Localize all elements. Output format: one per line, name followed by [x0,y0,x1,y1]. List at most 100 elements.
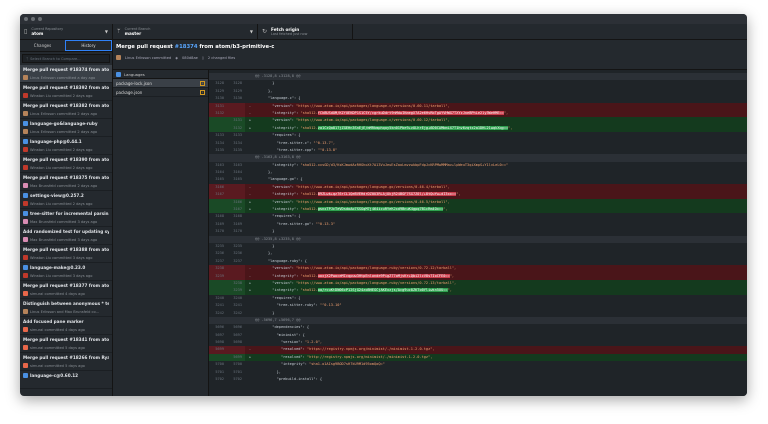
commit-title: Merge pull request #18390 from ato... [23,157,109,162]
zoom-window-button[interactable] [38,17,42,21]
old-line-number [209,198,227,207]
commit-item[interactable]: settings-view@0.257.2 Winston Liu committ… [20,191,112,209]
diff-line: 3131 + "version": "https://www.atom.io/ap… [209,117,747,125]
diff-line: 3128 3128 } [209,80,747,87]
diff-line: 5698 5698 "version": "1.2.0", [209,339,747,346]
diff-line: 5697 5697 "minimist": { [209,332,747,339]
commit-meta: Linus Eriksson committed 2 days ago [30,129,98,134]
commit-item[interactable]: Merge pull request #18392 from ato... Win… [20,83,112,101]
commit-meta: simurai committed 5 days ago [30,345,85,350]
commit-title: Add focused pane marker [23,319,84,324]
diff-line: 3133 3133 "requires": { [209,132,747,139]
changed-files-count: 2 changed files [207,55,236,60]
diff-line: 3239- "integrity": "sha512-uoxjX2PwoceMI… [209,272,747,280]
old-line-number: 3168 [215,214,224,219]
file-item[interactable]: package-lock.json • [113,79,208,88]
file-item[interactable]: package.json • [113,88,208,97]
new-line-number [227,183,245,192]
avatar [23,309,28,314]
sync-icon: ↻ [262,28,268,35]
avatar [23,327,28,332]
new-line-number: 3130 [233,96,242,101]
chevron-down-icon: ▼ [104,29,108,34]
repository-selector[interactable]: ▯ Current Repository atom ▼ [20,24,113,39]
old-line-number: 5696 [215,325,224,330]
new-line-number [227,346,245,354]
tag-icon [23,193,28,198]
minimize-window-button[interactable] [31,17,35,21]
commit-meta: Max Brunsfeld committed 2 days ago [30,183,98,188]
old-line-number: 3131 [209,102,227,110]
commit-item[interactable]: Merge pull request #18377 from ato... sim… [20,281,112,299]
tag-icon [23,265,28,270]
commit-icon: ◈ [175,55,179,60]
diff-line: 5696 5696 "dependencies": { [209,324,747,331]
commit-title: Distinguish between anonymous * te... [23,301,109,306]
diff-line: 3167 + "integrity": "sha512-gsnxTPJcTeVDs… [209,206,747,214]
diff-line: 5699 + "resolved": "http://registry.npmjs… [209,353,747,362]
branch-selector[interactable]: ᛘ Current Branch master ▼ [113,24,258,39]
old-line-number: 3237 [215,258,224,263]
commit-item[interactable]: Merge pull request #18374 from ato... Lin… [20,65,112,83]
fetch-origin-button[interactable]: ↻ Fetch origin Last fetched just now [258,24,353,39]
new-line-number: 3129 [233,88,242,93]
tab-changes[interactable]: Changes [20,40,65,51]
branch-compare-input[interactable]: ᛘ Select Branch to Compare... [22,54,110,63]
commit-meta: simurai committed 4 days ago [30,327,85,332]
avatar [23,237,28,242]
commit-title: language-c@0.60.12 [30,373,79,378]
commit-meta: Winston Liu committed 2 days ago [30,201,93,206]
tab-history[interactable]: History [65,40,112,51]
new-line-number: 3163 [233,162,242,167]
hunk-header: @@ -5696,7 +5696,7 @@ [209,316,747,325]
commit-meta: Winston Liu committed 2 days ago [30,165,93,170]
commit-sha[interactable]: 080d8ae [182,56,198,60]
commit-item[interactable]: Merge pull request #18375 from ato... Max… [20,173,112,191]
commit-item[interactable]: Add focused pane marker simurai committed… [20,317,112,335]
commit-title: Merge pull request #18388 from ato... [23,247,109,252]
commit-meta: Winston Liu committed 2 days ago [30,147,93,152]
branch-name: master [124,31,142,36]
diff-line: 3170 3170 } [209,228,747,235]
commit-title: language-make@0.23.0 [30,265,86,270]
avatar [23,291,28,296]
diff-line: 3164 3164 }, [209,169,747,176]
commit-item[interactable]: language-php@0.44.1 Winston Liu committed… [20,137,112,155]
avatar [23,363,28,368]
avatar [23,273,28,278]
old-line-number: 3135 [215,147,224,152]
pr-link[interactable]: #18374 [175,44,198,50]
commit-item[interactable]: Merge pull request #18266 from Rya... sim… [20,353,112,371]
diff-line: 3167- "integrity": "sha512-B9ZLwk+qz76rC… [209,191,747,199]
new-line-number: 5696 [233,325,242,330]
commit-item[interactable]: language-go&language-ruby Linus Eriksson … [20,119,112,137]
diff-line: 3169 3169 "tree-sitter-go": "^0.13.3" [209,221,747,228]
fetch-status: Last fetched just now [271,32,308,36]
commit-meta: Linus Eriksson and Max Brunsfeld co... [30,309,100,314]
commit-item[interactable]: Merge pull request #18382 from ato... Lin… [20,101,112,119]
old-line-number: 3164 [215,170,224,175]
commit-item[interactable]: Merge pull request #18388 from ato... Win… [20,245,112,263]
chevron-down-icon: ▼ [249,29,253,34]
commit-meta: Linus Eriksson committed a day ago [30,75,96,80]
new-line-number: 3166 [227,198,245,207]
old-line-number: 3163 [215,162,224,167]
commit-item[interactable]: tree-sitter for incremental parsin... Max… [20,209,112,227]
close-window-button[interactable] [24,17,28,21]
new-line-number [227,272,245,280]
commit-item[interactable]: language-make@0.23.0 Winston Liu committe… [20,263,112,281]
old-line-number: 3239 [209,272,227,280]
commit-item[interactable]: Add randomized test for updating sy... Ma… [20,227,112,245]
diff-line: 3166- "version": "https://www.atom.io/ap… [209,183,747,192]
old-line-number [209,206,227,214]
commit-item[interactable]: language-c@0.60.12 [20,371,112,389]
commit-item[interactable]: Merge pull request #18341 from ato... sim… [20,335,112,353]
commit-item[interactable]: Merge pull request #18390 from ato... Win… [20,155,112,173]
diff-line: 5699- "resolved": "https://registry.npmj… [209,346,747,354]
old-line-number [209,124,227,133]
new-line-number: 3132 [227,124,245,133]
old-line-number: 5701 [215,369,224,374]
commit-item[interactable]: Distinguish between anonymous * te... Lin… [20,299,112,317]
commit-title: Add randomized test for updating sy... [23,229,109,234]
old-line-number: 3165 [215,177,224,182]
